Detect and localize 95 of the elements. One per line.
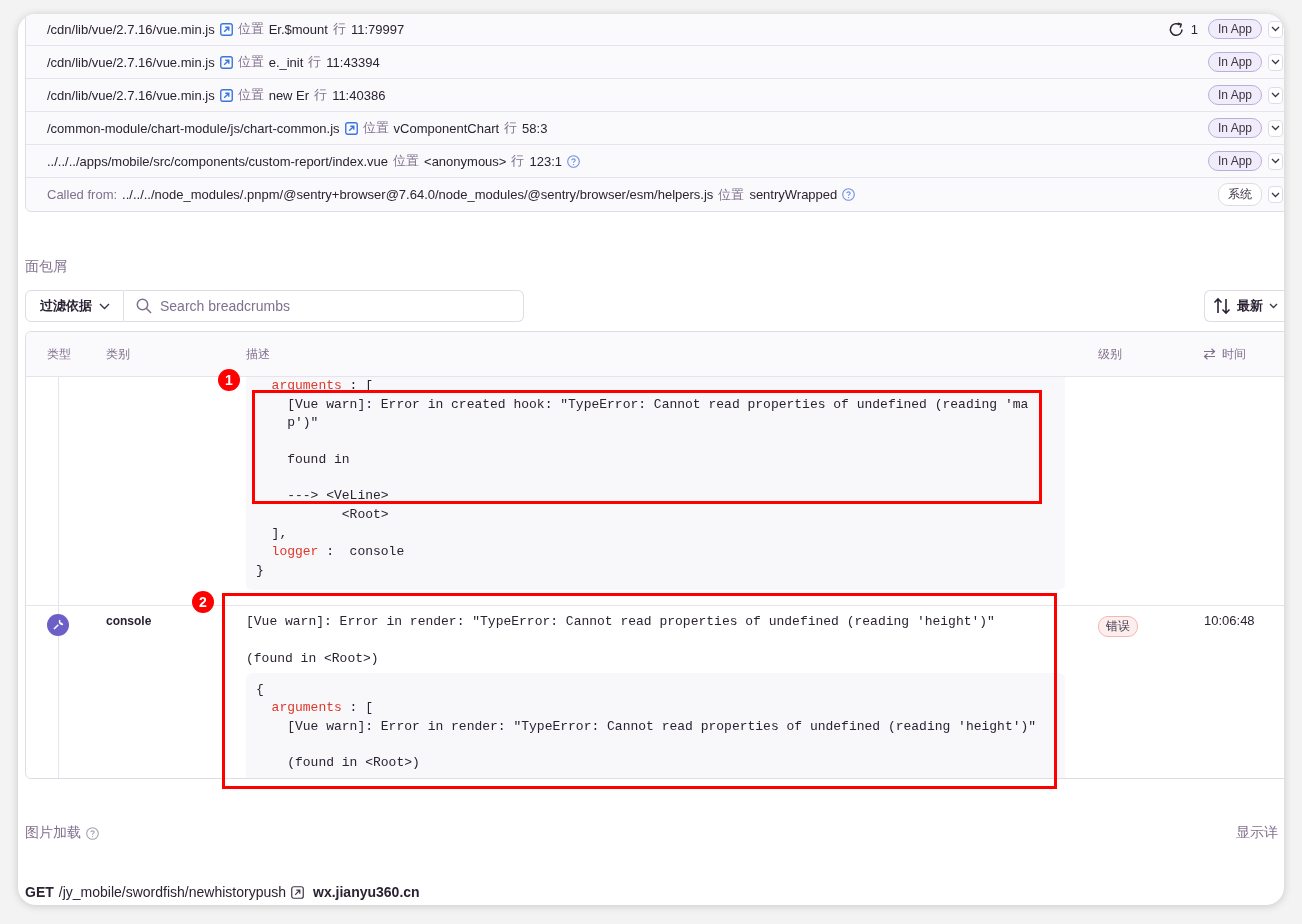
function-name: e._init: [268, 54, 304, 70]
function-name: vComponentChart: [393, 120, 500, 136]
line-number: 11:43394: [326, 54, 380, 70]
frame-badge: 系统: [1218, 183, 1262, 206]
repeat-count: 1: [1190, 21, 1198, 37]
file-path: ../../../node_modules/.pnpm/@sentry+browser@7.64.0/node_modules/@sentry/browser/esm/helpers.js: [122, 187, 714, 202]
frame-badge: In App: [1207, 118, 1262, 138]
code-line: (found in <Root>): [246, 649, 380, 668]
column-header: 时间: [1222, 345, 1246, 363]
line-number: 11:40386: [332, 87, 386, 103]
expand-button[interactable]: [1268, 152, 1283, 170]
request-method: GET: [25, 884, 54, 900]
at-label: 位置: [362, 119, 389, 137]
chevron-down-icon: [1271, 59, 1280, 65]
line-label: 行: [504, 119, 518, 137]
code-line: {: [256, 680, 265, 699]
code-key: arguments: [256, 378, 342, 393]
file-path: /cdn/lib/vue/2.7.16/vue.min.js: [47, 87, 215, 103]
line-number: 123:1: [529, 153, 562, 169]
request-path: /jy_mobile/swordfish/newhistorypush: [58, 884, 286, 900]
at-label: 位置: [237, 53, 264, 71]
search-field[interactable]: Search breadcrumbs: [124, 290, 524, 322]
frame-badge: In App: [1207, 151, 1262, 171]
wrench-icon: [47, 614, 69, 637]
repeat-icon: [1167, 20, 1185, 38]
show-details-link[interactable]: 显示详: [1236, 824, 1278, 842]
code-line: [Vue warn]: Error in render: "TypeError: Cannot read properties of undefined (reading 'height')": [246, 613, 996, 632]
function-name: sentryWrapped: [749, 187, 838, 202]
frame-badge: In App: [1207, 85, 1262, 105]
filter-dropdown[interactable]: 过滤依据: [25, 290, 124, 322]
function-name: <anonymous>: [424, 153, 507, 169]
level-badge: 错误: [1098, 616, 1138, 638]
swap-icon[interactable]: [1203, 348, 1216, 360]
column-header: 类型: [47, 345, 71, 363]
at-label: 位置: [237, 20, 264, 38]
file-path: ../../../apps/mobile/src/components/custom-report/index.vue: [47, 153, 389, 169]
code-line: <Root>: [340, 505, 390, 524]
code-text: : console: [325, 544, 405, 560]
expand-button[interactable]: [1268, 20, 1283, 38]
column-header: 描述: [246, 345, 270, 363]
file-path: /cdn/lib/vue/2.7.16/vue.min.js: [47, 54, 215, 70]
request-host: wx.jianyu360.cn: [313, 884, 420, 900]
function-name: Er.$mount: [268, 21, 328, 37]
expand-button[interactable]: [1268, 53, 1283, 71]
at-label: 位置: [237, 86, 264, 104]
chevron-down-icon: [1271, 26, 1280, 32]
called-from-label: Called from:: [47, 187, 118, 202]
code-line: ],: [270, 524, 289, 543]
help-icon[interactable]: [86, 826, 99, 840]
code-line: [Vue warn]: Error in created hook: "TypeError: Cannot read properties of undefined (reading 'ma: [286, 395, 1030, 414]
column-header: 级别: [1098, 345, 1122, 363]
annotation-marker: 1: [218, 369, 240, 391]
line-label: 行: [332, 20, 346, 38]
code-line: }: [256, 561, 265, 580]
file-path: /cdn/lib/vue/2.7.16/vue.min.js: [47, 21, 215, 37]
line-label: 行: [511, 152, 525, 170]
chevron-down-icon: [1269, 303, 1278, 309]
annotation-marker: 2: [192, 591, 214, 613]
code-line: [Vue warn]: Error in render: "TypeError: Cannot read properties of undefined (reading 'height')": [286, 717, 1038, 736]
time-text: 10:06:48: [1204, 613, 1255, 629]
chevron-down-icon: [98, 302, 110, 310]
line-number: 58:3: [522, 120, 548, 136]
line-label: 行: [308, 53, 322, 71]
line-number: 11:79997: [350, 21, 405, 37]
expand-button[interactable]: [1268, 186, 1283, 203]
line-label: 行: [314, 86, 328, 104]
at-label: 位置: [393, 152, 420, 170]
chevron-down-icon: [1271, 92, 1280, 98]
code-text: : [: [348, 700, 374, 716]
sort-icon: [1213, 297, 1231, 315]
function-name: new Er: [268, 87, 310, 103]
chevron-down-icon: [1271, 191, 1280, 198]
expand-button[interactable]: [1268, 119, 1283, 137]
column-header: 类别: [106, 345, 130, 363]
sort-dropdown[interactable]: 最新: [1204, 290, 1284, 322]
at-label: 位置: [718, 185, 745, 204]
code-line: ---> <VeLine>: [286, 487, 390, 506]
section-title: 面包屑: [25, 258, 68, 276]
search-icon: [136, 298, 152, 314]
code-line: found in: [286, 450, 351, 469]
expand-button[interactable]: [1268, 86, 1283, 104]
code-key: logger: [256, 544, 319, 560]
code-key: arguments: [256, 700, 342, 716]
chevron-down-icon: [1271, 125, 1280, 131]
frame-badge: In App: [1207, 19, 1262, 39]
chevron-down-icon: [1271, 158, 1280, 164]
code-line: p')": [286, 414, 320, 433]
frame-badge: In App: [1207, 52, 1262, 72]
code-line: (found in <Root>): [286, 754, 421, 773]
help-icon[interactable]: [567, 154, 580, 168]
external-link-icon[interactable]: [291, 885, 304, 899]
category-text: console: [106, 614, 152, 629]
section-title: 图片加载: [25, 824, 81, 842]
file-path: /common-module/chart-module/js/chart-common.js: [47, 120, 340, 136]
help-icon[interactable]: [842, 188, 856, 201]
